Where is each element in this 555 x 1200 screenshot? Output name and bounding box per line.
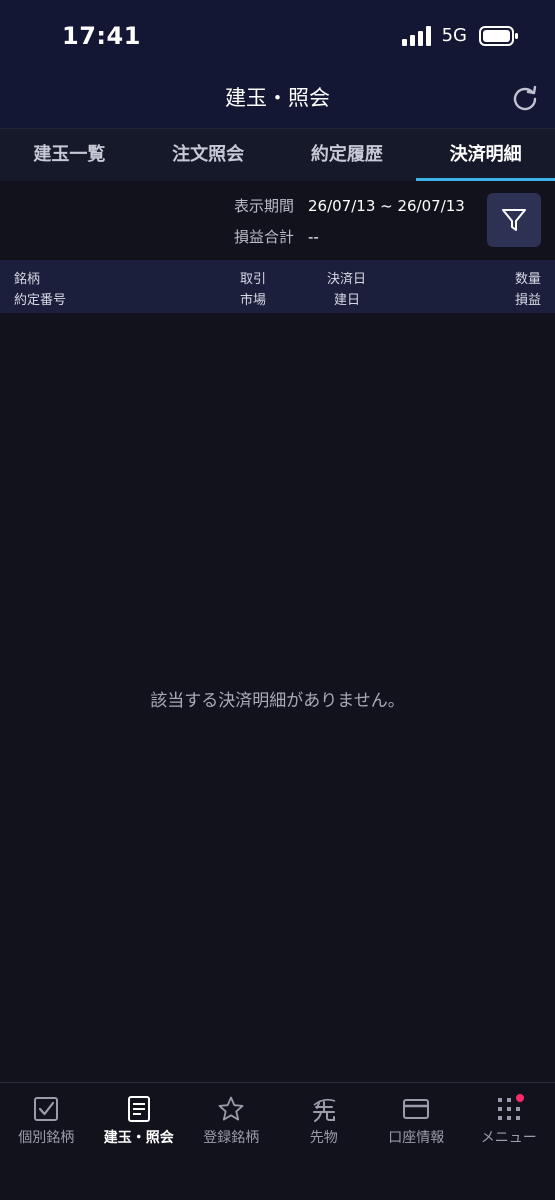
tab-label: 決済明細 — [449, 144, 522, 165]
nav-futures[interactable]: 先物 — [278, 1083, 371, 1200]
tab-label: 建玉一覧 — [33, 144, 106, 165]
tab-order-inquiry[interactable]: 注文照会 — [139, 129, 278, 181]
battery-icon — [479, 25, 518, 46]
document-icon — [127, 1096, 150, 1122]
tab-bar: 建玉一覧 注文照会 約定履歴 決済明細 — [0, 128, 555, 181]
page-title: 建玉・照会 — [225, 86, 330, 110]
nav-label: 建玉・照会 — [103, 1130, 174, 1146]
star-icon — [218, 1096, 244, 1121]
period-row: 表示期間 26/07/13 ~ 26/07/13 — [228, 195, 465, 216]
pnl-value: -- — [308, 227, 319, 246]
pnl-label: 損益合計 — [233, 228, 294, 246]
header-quantity: 数量 — [514, 272, 541, 287]
nav-positions-inquiry[interactable]: 建玉・照会 — [93, 1083, 186, 1200]
futures-icon — [312, 1098, 336, 1122]
notification-badge — [515, 1094, 524, 1102]
period-value: 26/07/13 ~ 26/07/13 — [308, 196, 465, 215]
nav-account-info[interactable]: 口座情報 — [370, 1083, 463, 1200]
nav-menu[interactable]: メニュー — [463, 1083, 555, 1200]
header-market: 市場 — [240, 293, 267, 308]
pnl-row: 損益合計 -- — [228, 226, 319, 247]
header-symbol: 銘柄 — [14, 272, 41, 287]
top-header-area: 17:41 5G 建玉・照会 — [0, 0, 555, 128]
nav-label: 登録銘柄 — [203, 1130, 260, 1146]
nav-individual-stocks[interactable]: 個別銘柄 — [0, 1083, 93, 1200]
nav-label: 口座情報 — [388, 1130, 445, 1146]
bottom-navigation: 個別銘柄 建玉・照会 登録銘柄 先物 口座情報 メニュー — [0, 1082, 555, 1200]
tab-execution-history[interactable]: 約定履歴 — [278, 129, 417, 181]
nav-label: 個別銘柄 — [18, 1130, 75, 1146]
network-label: 5G — [441, 25, 467, 46]
refresh-icon[interactable] — [511, 83, 539, 111]
nav-label: 先物 — [309, 1130, 338, 1146]
header-open-date: 建日 — [334, 293, 361, 308]
status-indicators: 5G — [401, 25, 519, 46]
screen: 17:41 5G 建玉・照会 建玉一覧 注文照会 約定履歴 決済明細 表示期間 … — [0, 0, 555, 1200]
period-label: 表示期間 — [233, 197, 294, 215]
signal-icon — [401, 25, 431, 46]
table-header: 銘柄 取引 決済日 数量 約定番号 市場 建日 損益 — [0, 260, 555, 313]
filter-icon — [502, 209, 526, 231]
tab-settlement-details[interactable]: 決済明細 — [416, 129, 555, 181]
nav-label: メニュー — [480, 1130, 537, 1146]
header-execution-number: 約定番号 — [14, 293, 67, 308]
header-pnl: 損益 — [514, 293, 541, 308]
header-settlement-date: 決済日 — [327, 272, 367, 287]
card-icon — [403, 1099, 430, 1119]
nav-registered-stocks[interactable]: 登録銘柄 — [185, 1083, 278, 1200]
status-bar: 17:41 5G — [0, 0, 555, 72]
checkbox-icon — [34, 1097, 59, 1121]
tab-label: 約定履歴 — [310, 144, 383, 165]
filter-button[interactable] — [487, 193, 541, 247]
tab-label: 注文照会 — [172, 144, 245, 165]
empty-state-message: 該当する決済明細がありません。 — [150, 691, 405, 711]
tab-positions-list[interactable]: 建玉一覧 — [0, 129, 139, 181]
header-trade: 取引 — [240, 272, 267, 287]
status-time: 17:41 — [62, 22, 141, 50]
filter-summary: 表示期間 26/07/13 ~ 26/07/13 損益合計 -- — [0, 181, 555, 260]
